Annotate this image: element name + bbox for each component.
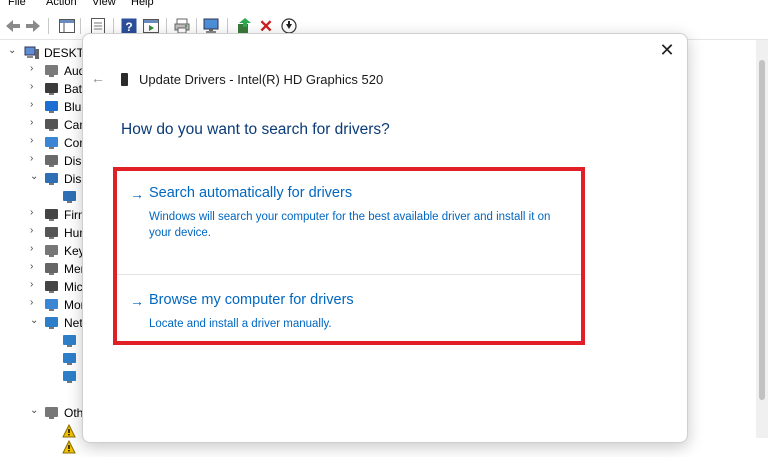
- chevron-right-icon[interactable]: ›: [30, 243, 33, 254]
- memory-icon: [44, 262, 60, 276]
- other-devices-icon: [44, 406, 60, 420]
- tree-item[interactable]: [0, 350, 90, 368]
- menu-bar: File Action View Help: [0, 0, 768, 12]
- bluetooth-icon: [44, 100, 60, 114]
- toolbar-separator: [80, 18, 81, 34]
- chevron-down-icon[interactable]: ⌄: [30, 405, 38, 416]
- chevron-down-icon[interactable]: ⌄: [30, 171, 38, 182]
- display-adapter-child-icon: [62, 190, 78, 204]
- chevron-right-icon[interactable]: ›: [30, 225, 33, 236]
- option-description: Windows will search your computer for th…: [149, 211, 551, 239]
- network-adapter-icon: [62, 334, 78, 348]
- tree-item[interactable]: › Mer: [0, 260, 90, 278]
- tree-item[interactable]: [0, 438, 90, 456]
- device-icon: [121, 73, 128, 86]
- toolbar-separator: [166, 18, 167, 34]
- tree-root[interactable]: ⌄ DESKTO: [0, 44, 93, 62]
- tree-item[interactable]: › Bat: [0, 80, 90, 98]
- firmware-icon: [44, 208, 60, 222]
- tree-item[interactable]: › Aud: [0, 62, 90, 80]
- chevron-down-icon[interactable]: ⌄: [8, 45, 16, 56]
- monitor-icon: [44, 136, 60, 150]
- battery-icon: [44, 82, 60, 96]
- tree-item-label: Net: [64, 316, 83, 330]
- tree-item[interactable]: › Disl: [0, 152, 90, 170]
- option-title: Search automatically for drivers: [149, 185, 353, 201]
- tree-item[interactable]: [0, 386, 90, 404]
- keyboard-icon: [44, 244, 60, 258]
- toolbar-separator: [227, 18, 228, 34]
- chevron-right-icon[interactable]: ›: [30, 135, 33, 146]
- arrow-right-icon: →: [130, 293, 144, 309]
- tree-item[interactable]: [0, 368, 90, 386]
- warning-device-icon: [62, 439, 78, 454]
- tree-item-label: Blu: [64, 100, 82, 114]
- menu-view[interactable]: View: [92, 0, 116, 8]
- tree-item[interactable]: › Con: [0, 134, 90, 152]
- back-arrow-icon[interactable]: ←: [91, 70, 105, 86]
- chevron-right-icon[interactable]: ›: [30, 99, 33, 110]
- forward-arrow-icon[interactable]: [24, 17, 42, 35]
- mouse-icon: [44, 280, 60, 294]
- tree-item[interactable]: ⌄ Net: [0, 314, 90, 332]
- dialog-title: Update Drivers - Intel(R) HD Graphics 52…: [139, 72, 384, 87]
- tree-item-label: Bat: [64, 82, 83, 96]
- browse-computer-option[interactable]: → Browse my computer for drivers Locate …: [117, 276, 581, 341]
- tree-item[interactable]: [0, 188, 90, 206]
- tree-item[interactable]: › Firm: [0, 206, 90, 224]
- chevron-right-icon[interactable]: ›: [30, 207, 33, 218]
- tree-item[interactable]: [0, 332, 90, 350]
- chevron-right-icon[interactable]: ›: [30, 261, 33, 272]
- chevron-right-icon[interactable]: ›: [30, 81, 33, 92]
- highlight-box: → Search automatically for drivers Windo…: [113, 167, 585, 345]
- scrollbar[interactable]: [756, 40, 768, 438]
- toolbar-separator: [48, 18, 49, 34]
- menu-action[interactable]: Action: [46, 0, 77, 8]
- chevron-down-icon[interactable]: ⌄: [30, 315, 38, 326]
- svg-text:?: ?: [125, 20, 132, 34]
- arrow-right-icon: →: [130, 186, 144, 202]
- show-hide-console-tree-icon[interactable]: [58, 17, 76, 35]
- menu-file[interactable]: File: [8, 0, 26, 8]
- dialog-question: How do you want to search for drivers?: [121, 121, 390, 138]
- option-description: Locate and install a driver manually.: [149, 318, 332, 330]
- toolbar-separator: [113, 18, 114, 34]
- chevron-right-icon[interactable]: ›: [30, 279, 33, 290]
- camera-icon: [44, 118, 60, 132]
- tree-item[interactable]: › Hun: [0, 224, 90, 242]
- tree-item[interactable]: › Mic: [0, 278, 90, 296]
- device-tree: ⌄ DESKTO › Aud › Bat › Blu › Can › Con › Disl ⌄ Disp ›…: [0, 40, 93, 454]
- network-icon: [44, 316, 60, 330]
- tree-item[interactable]: › Mor: [0, 296, 90, 314]
- update-drivers-dialog: ✕ ← Update Drivers - Intel(R) HD Graphic…: [82, 33, 688, 443]
- warning-device-icon: [62, 423, 78, 438]
- speaker-icon: [44, 64, 60, 78]
- back-arrow-icon[interactable]: [4, 17, 22, 35]
- tree-item[interactable]: › Can: [0, 116, 90, 134]
- chevron-right-icon[interactable]: ›: [30, 153, 33, 164]
- chevron-right-icon[interactable]: ›: [30, 63, 33, 74]
- tree-item-label: Oth: [64, 406, 84, 420]
- search-automatically-option[interactable]: → Search automatically for drivers Windo…: [117, 171, 581, 275]
- hid-icon: [44, 226, 60, 240]
- toolbar-separator: [196, 18, 197, 34]
- tree-item[interactable]: ⌄ Disp: [0, 170, 90, 188]
- computer-icon: [24, 46, 40, 60]
- option-title: Browse my computer for drivers: [149, 292, 354, 308]
- monitor-icon: [44, 298, 60, 312]
- tree-item[interactable]: › Blu: [0, 98, 90, 116]
- menu-help[interactable]: Help: [131, 0, 154, 8]
- chevron-right-icon[interactable]: ›: [30, 297, 33, 308]
- scrollbar-thumb[interactable]: [759, 60, 765, 400]
- network-adapter-icon: [62, 370, 78, 384]
- display-adapter-icon: [44, 172, 60, 186]
- tree-item[interactable]: ⌄ Oth: [0, 404, 90, 422]
- tree-item[interactable]: › Key: [0, 242, 90, 260]
- close-icon[interactable]: ✕: [657, 40, 677, 60]
- tree-item-label: Mic: [64, 280, 83, 294]
- chevron-right-icon[interactable]: ›: [30, 117, 33, 128]
- disk-icon: [44, 154, 60, 168]
- network-adapter-icon: [62, 352, 78, 366]
- tree-item-label: Disl: [64, 154, 84, 168]
